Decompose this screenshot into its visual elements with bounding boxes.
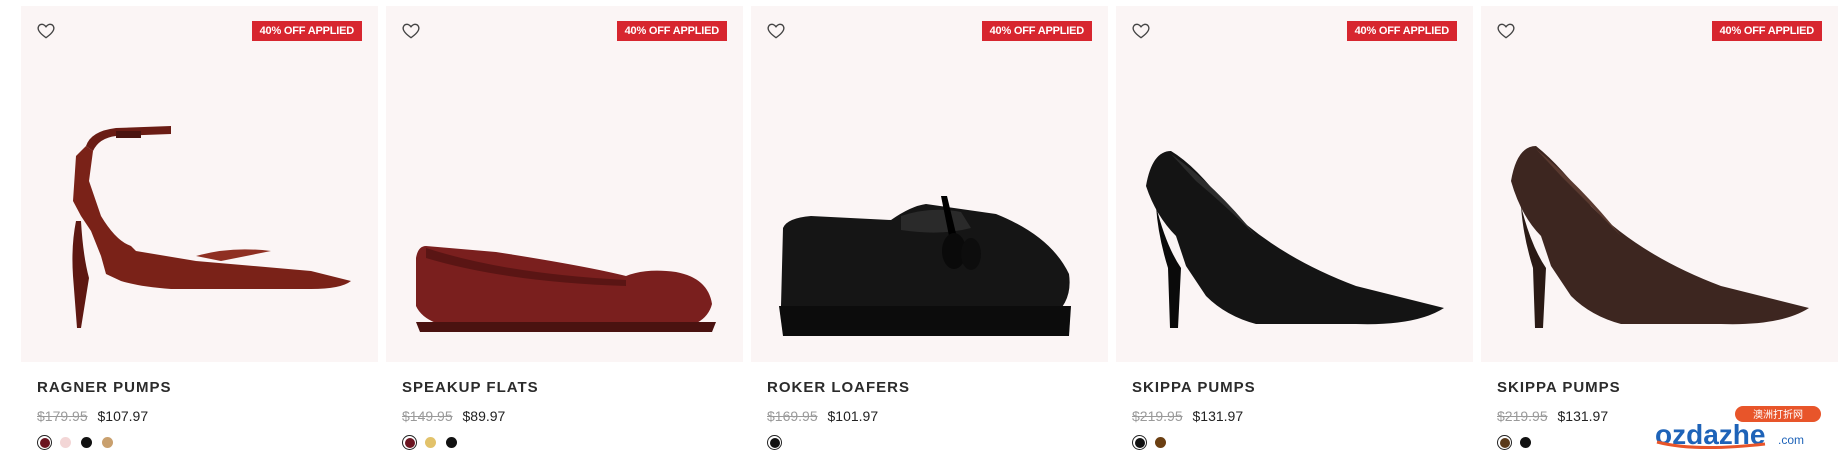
- color-swatches: [1132, 435, 1473, 450]
- product-image-area[interactable]: 40% OFF APPLIED: [1116, 6, 1473, 362]
- original-price: $219.95: [1132, 408, 1183, 424]
- product-card[interactable]: 40% OFF APPLIED SKIPPA PUMPS $219.95 $13…: [1116, 6, 1473, 450]
- product-name[interactable]: ROKER LOAFERS: [767, 379, 1108, 396]
- product-price: $219.95 $131.97: [1132, 408, 1473, 424]
- discount-badge: 40% OFF APPLIED: [616, 21, 727, 41]
- product-price: $179.95 $107.97: [37, 408, 378, 424]
- discount-badge: 40% OFF APPLIED: [251, 21, 362, 41]
- discount-badge: 40% OFF APPLIED: [1711, 21, 1822, 41]
- color-swatch-dot: [102, 437, 113, 448]
- product-image[interactable]: [386, 6, 743, 362]
- color-swatch[interactable]: [1497, 435, 1512, 450]
- product-grid: 40% OFF APPLIED RAGNER PUMPS $179.95 $10…: [21, 6, 1838, 450]
- color-swatch[interactable]: [402, 435, 417, 450]
- product-image[interactable]: [1481, 6, 1838, 362]
- color-swatch-dot: [1134, 437, 1145, 448]
- heart-icon[interactable]: [766, 21, 786, 41]
- color-swatch[interactable]: [37, 435, 52, 450]
- heart-icon[interactable]: [1131, 21, 1151, 41]
- product-image[interactable]: [1116, 6, 1473, 362]
- product-card[interactable]: 40% OFF APPLIED RAGNER PUMPS $179.95 $10…: [21, 6, 378, 450]
- original-price: $179.95: [37, 408, 88, 424]
- color-swatch-dot: [1520, 437, 1531, 448]
- watermark-logo: 澳洲打折网 ozdazhe .com: [1655, 406, 1821, 450]
- sale-price: $107.97: [97, 408, 149, 424]
- color-swatches: [37, 435, 378, 450]
- product-card[interactable]: 40% OFF APPLIED ROKER LOAFERS $169.95 $1…: [751, 6, 1108, 450]
- product-name[interactable]: SPEAKUP FLATS: [402, 379, 743, 396]
- color-swatch[interactable]: [1153, 435, 1168, 450]
- original-price: $169.95: [767, 408, 818, 424]
- sale-price: $101.97: [827, 408, 879, 424]
- color-swatch[interactable]: [423, 435, 438, 450]
- product-image-area[interactable]: 40% OFF APPLIED: [751, 6, 1108, 362]
- color-swatch-dot: [1499, 437, 1510, 448]
- color-swatch[interactable]: [100, 435, 115, 450]
- heart-icon[interactable]: [36, 21, 56, 41]
- color-swatch-dot: [1155, 437, 1166, 448]
- color-swatch[interactable]: [444, 435, 459, 450]
- product-image-area[interactable]: 40% OFF APPLIED: [386, 6, 743, 362]
- discount-badge: 40% OFF APPLIED: [1346, 21, 1457, 41]
- color-swatch-dot: [404, 437, 415, 448]
- product-name[interactable]: RAGNER PUMPS: [37, 379, 378, 396]
- product-image[interactable]: [751, 6, 1108, 362]
- color-swatch[interactable]: [1132, 435, 1147, 450]
- product-name[interactable]: SKIPPA PUMPS: [1132, 379, 1473, 396]
- color-swatch-dot: [81, 437, 92, 448]
- color-swatch-dot: [39, 437, 50, 448]
- color-swatches: [402, 435, 743, 450]
- color-swatch[interactable]: [79, 435, 94, 450]
- product-image-area[interactable]: 40% OFF APPLIED: [21, 6, 378, 362]
- product-image-area[interactable]: 40% OFF APPLIED: [1481, 6, 1838, 362]
- sale-price: $89.97: [462, 408, 506, 424]
- heart-icon[interactable]: [1496, 21, 1516, 41]
- color-swatch-dot: [769, 437, 780, 448]
- heart-icon[interactable]: [401, 21, 421, 41]
- product-card[interactable]: 40% OFF APPLIED SKIPPA PUMPS $219.95 $13…: [1481, 6, 1838, 450]
- watermark-suffix: .com: [1778, 433, 1804, 447]
- color-swatches: [767, 435, 1108, 450]
- product-price: $169.95 $101.97: [767, 408, 1108, 424]
- product-card[interactable]: 40% OFF APPLIED SPEAKUP FLATS $149.95 $8…: [386, 6, 743, 450]
- sale-price: $131.97: [1192, 408, 1244, 424]
- original-price: $219.95: [1497, 408, 1548, 424]
- color-swatch-dot: [446, 437, 457, 448]
- sale-price: $131.97: [1557, 408, 1609, 424]
- color-swatch[interactable]: [767, 435, 782, 450]
- color-swatch[interactable]: [1518, 435, 1533, 450]
- product-name[interactable]: SKIPPA PUMPS: [1497, 379, 1838, 396]
- color-swatch-dot: [60, 437, 71, 448]
- product-price: $149.95 $89.97: [402, 408, 743, 424]
- original-price: $149.95: [402, 408, 453, 424]
- discount-badge: 40% OFF APPLIED: [981, 21, 1092, 41]
- product-image[interactable]: [21, 6, 378, 362]
- color-swatch[interactable]: [58, 435, 73, 450]
- color-swatch-dot: [425, 437, 436, 448]
